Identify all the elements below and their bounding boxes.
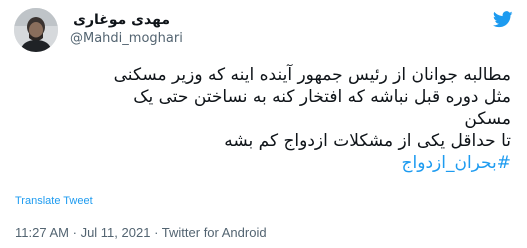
tweet-time[interactable]: 11:27 AM [15, 225, 69, 240]
avatar[interactable] [14, 8, 58, 52]
tweet-text-line: مطالبه جوانان از رئیس جمهور آینده اینه ک… [113, 65, 511, 85]
author-handle[interactable]: @Mahdi_moghari [70, 30, 330, 48]
twitter-bird-icon[interactable] [492, 11, 513, 28]
hashtag-link[interactable]: #بحران_ازدواج [20, 152, 511, 174]
author-display-name[interactable]: مهدی موغاری [70, 11, 170, 29]
tweet-source[interactable]: Twitter for Android [162, 225, 267, 240]
tweet-text-line: مسکن [464, 109, 511, 129]
tweet-text-line: مثل دوره قبل نباشه که افتخار کنه به نساخ… [133, 87, 511, 107]
twitter-bird-shape [492, 11, 513, 28]
tweet-text: مطالبه جوانان از رئیس جمهور آینده اینه ک… [20, 64, 511, 174]
tweet-text-line: تا حداقل یکی از مشکلات ازدواج کم بشه [224, 131, 511, 151]
tweet-card: مهدی موغاری @Mahdi_moghari مطالبه جوانان… [0, 0, 527, 248]
tweet-meta: 11:27 AM · Jul 11, 2021 · Twitter for An… [15, 225, 515, 240]
author-names: مهدی موغاری @Mahdi_moghari [70, 11, 330, 48]
meta-separator: · [154, 225, 159, 240]
tweet-date[interactable]: Jul 11, 2021 [81, 225, 151, 240]
avatar-photo [14, 8, 58, 52]
meta-separator: · [72, 225, 77, 240]
translate-tweet-link[interactable]: Translate Tweet [15, 195, 93, 207]
